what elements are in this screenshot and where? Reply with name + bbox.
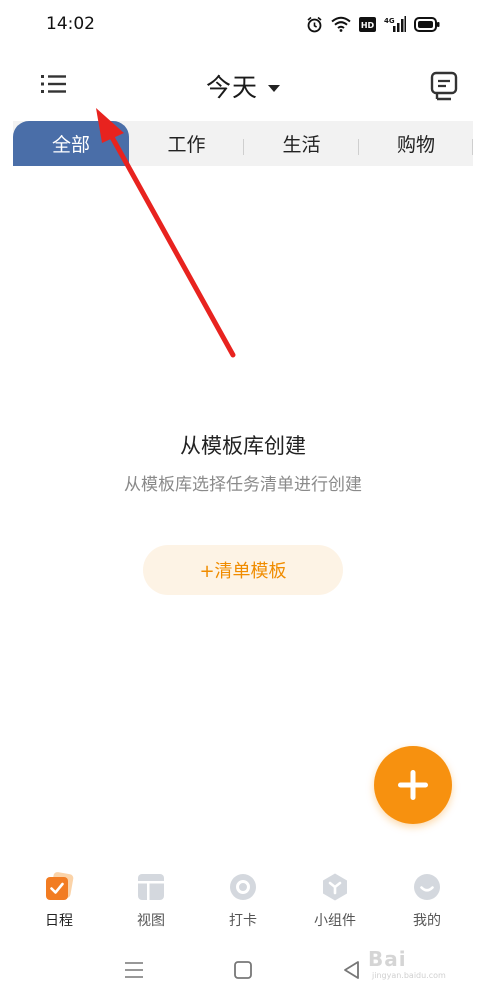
nav-label: 我的 (413, 913, 441, 929)
tab-label: 工作 (167, 134, 206, 156)
tab-label: 生活 (282, 134, 321, 156)
baidu-watermark: Bai jingyan.baidu.com (368, 945, 468, 985)
nav-item-widgets[interactable]: 小组件 (295, 866, 375, 936)
plus-icon (398, 770, 428, 800)
add-task-button[interactable] (374, 746, 452, 824)
nav-label: 日程 (45, 913, 73, 929)
template-library-button-label: +清单模板 (199, 561, 287, 582)
calendar-check-icon (46, 872, 74, 900)
svg-text:4G: 4G (384, 17, 395, 25)
message-icon (430, 71, 458, 101)
watermark-logo: Bai (368, 947, 407, 971)
system-menu-icon[interactable] (122, 958, 146, 982)
tab-all[interactable]: 全部 (13, 121, 129, 166)
category-tabs: 全部 工作 生活 购物 (13, 121, 473, 166)
nav-item-profile[interactable]: 我的 (387, 866, 467, 936)
nav-label: 打卡 (229, 913, 257, 929)
page-title: 今天 (205, 73, 258, 102)
message-button[interactable] (428, 70, 460, 102)
svg-text:HD: HD (361, 21, 375, 30)
status-time: 14:02 (46, 14, 95, 34)
battery-icon (414, 16, 440, 32)
system-home-icon[interactable] (231, 958, 255, 982)
alarm-icon (307, 16, 322, 32)
status-icons: HD 4G (306, 14, 440, 34)
tab-shopping[interactable]: 购物 (359, 121, 473, 166)
checkin-ring-icon (230, 874, 256, 900)
nav-item-view[interactable]: 视图 (111, 866, 191, 936)
tab-label: 购物 (396, 134, 435, 156)
top-app-bar: 今天 (0, 60, 486, 110)
nav-item-schedule[interactable]: 日程 (19, 866, 99, 936)
empty-state-title: 从模板库创建 (180, 434, 306, 458)
system-back-icon[interactable] (340, 958, 364, 982)
nav-label: 视图 (137, 913, 165, 929)
bottom-navigation: 日程 视图 打卡 小组件 我的 (0, 866, 486, 936)
wifi-icon (331, 16, 351, 32)
nav-item-checkin[interactable]: 打卡 (203, 866, 283, 936)
tab-life[interactable]: 生活 (244, 121, 359, 166)
profile-smile-icon (414, 874, 440, 900)
tab-label: 全部 (51, 134, 90, 156)
hd-icon: HD (359, 16, 376, 32)
date-selector[interactable]: 今天 (0, 68, 486, 104)
nav-label: 小组件 (314, 913, 356, 929)
signal-icon: 4G (384, 15, 406, 32)
tab-work[interactable]: 工作 (129, 121, 244, 166)
caret-down-icon (268, 85, 280, 92)
template-library-button[interactable]: +清单模板 (143, 545, 343, 595)
watermark-site: jingyan.baidu.com (372, 971, 446, 980)
widget-icon (323, 873, 347, 901)
status-bar: 14:02 HD 4G (0, 0, 486, 50)
tab-divider (472, 139, 473, 155)
view-layout-icon (138, 874, 164, 900)
empty-state-description: 从模板库选择任务清单进行创建 (124, 475, 362, 495)
